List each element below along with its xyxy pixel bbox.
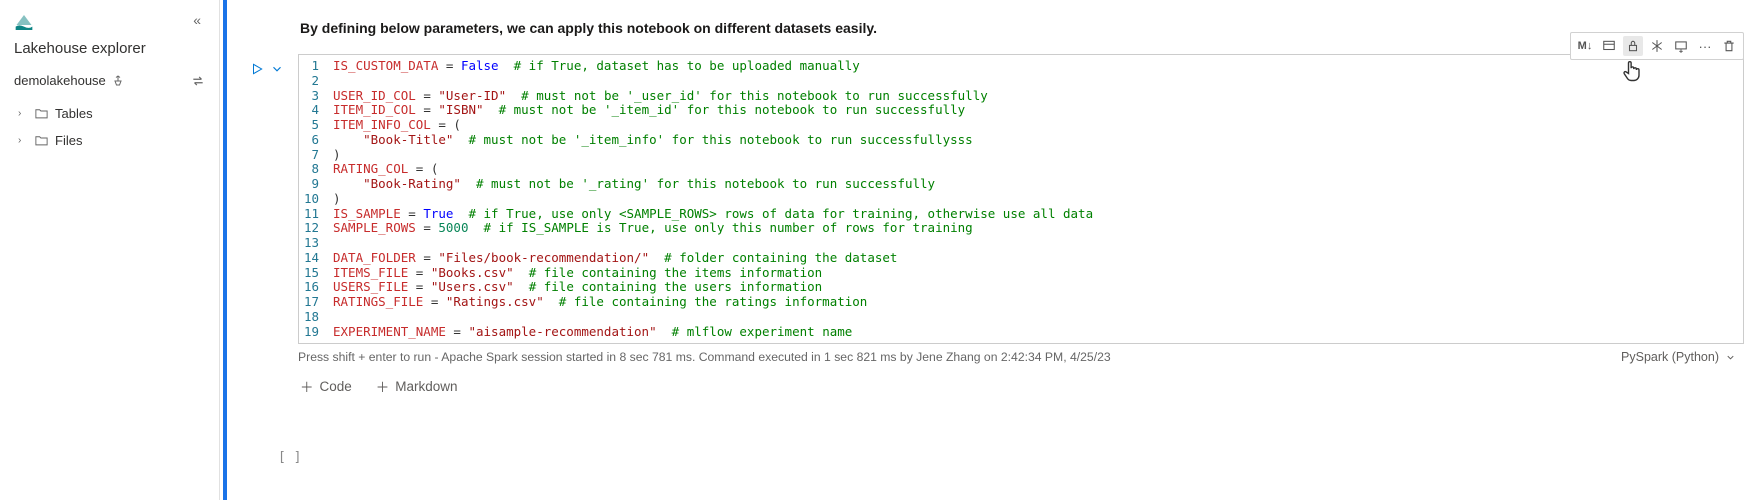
chevron-right-icon: › (18, 108, 28, 119)
markdown-cell-text: By defining below parameters, we can app… (220, 0, 1756, 54)
tree-item-label: Files (55, 133, 82, 148)
kernel-selector[interactable]: PySpark (Python) (1621, 350, 1736, 364)
folder-icon (34, 106, 49, 121)
folder-icon (34, 133, 49, 148)
code-line[interactable]: 18 (299, 310, 1743, 325)
lock-cell-button[interactable] (1623, 36, 1643, 56)
swap-lakehouse-icon[interactable] (191, 74, 205, 88)
notebook-main: By defining below parameters, we can app… (220, 0, 1756, 500)
code-line[interactable]: 11IS_SAMPLE = True # if True, use only <… (299, 207, 1743, 222)
code-line[interactable]: 2 (299, 74, 1743, 89)
code-line[interactable]: 4ITEM_ID_COL = "ISBN" # must not be '_it… (299, 103, 1743, 118)
lakehouse-icon (14, 10, 34, 30)
pin-icon[interactable] (112, 75, 124, 87)
code-line[interactable]: 1IS_CUSTOM_DATA = False # if True, datas… (299, 59, 1743, 74)
code-line[interactable]: 15ITEMS_FILE = "Books.csv" # file contai… (299, 266, 1743, 281)
add-markdown-label: Markdown (395, 379, 457, 394)
code-line[interactable]: 3USER_ID_COL = "User-ID" # must not be '… (299, 89, 1743, 104)
add-code-cell-button[interactable]: ＋ Code (300, 376, 352, 396)
cell-toolbar: M↓ ··· (1570, 32, 1744, 60)
lakehouse-name[interactable]: demolakehouse (14, 73, 106, 88)
add-markdown-cell-button[interactable]: ＋ Markdown (376, 376, 458, 396)
run-hint: Press shift + enter to run - Apache Spar… (298, 350, 1111, 364)
add-code-label: Code (320, 379, 352, 394)
freeze-cell-button[interactable] (1647, 36, 1667, 56)
code-line[interactable]: 8RATING_COL = ( (299, 162, 1743, 177)
code-line[interactable]: 17RATINGS_FILE = "Ratings.csv" # file co… (299, 295, 1743, 310)
plus-icon: ＋ (300, 376, 314, 396)
execution-count-bracket: [ ] (278, 450, 301, 465)
add-below-button[interactable] (1671, 36, 1691, 56)
active-cell-indicator (223, 0, 227, 500)
code-line[interactable]: 10) (299, 192, 1743, 207)
code-editor[interactable]: 1IS_CUSTOM_DATA = False # if True, datas… (298, 54, 1744, 344)
toggle-output-button[interactable] (1599, 36, 1619, 56)
code-line[interactable]: 6 "Book-Title" # must not be '_item_info… (299, 133, 1743, 148)
code-line[interactable]: 19EXPERIMENT_NAME = "aisample-recommenda… (299, 325, 1743, 340)
plus-icon: ＋ (376, 376, 390, 396)
chevron-right-icon: › (18, 135, 28, 146)
convert-markdown-button[interactable]: M↓ (1575, 36, 1595, 56)
kernel-name: PySpark (Python) (1621, 350, 1719, 364)
explorer-title: Lakehouse explorer (0, 36, 219, 67)
tree-item-tables[interactable]: › Tables (14, 100, 205, 127)
collapse-sidebar-icon[interactable]: « (189, 8, 205, 32)
code-line[interactable]: 9 "Book-Rating" # must not be '_rating' … (299, 177, 1743, 192)
code-line[interactable]: 7) (299, 148, 1743, 163)
run-options-dropdown[interactable] (270, 62, 284, 76)
delete-cell-button[interactable] (1719, 36, 1739, 56)
more-actions-button[interactable]: ··· (1695, 36, 1715, 56)
lakehouse-explorer-sidebar: « Lakehouse explorer demolakehouse › Tab… (0, 0, 220, 500)
code-line[interactable]: 14DATA_FOLDER = "Files/book-recommendati… (299, 251, 1743, 266)
code-cell: M↓ ··· 1IS_CUSTOM_DATA = False # if True… (240, 54, 1744, 364)
tree-item-files[interactable]: › Files (14, 127, 205, 154)
run-cell-button[interactable] (250, 62, 264, 76)
code-line[interactable]: 16USERS_FILE = "Users.csv" # file contai… (299, 280, 1743, 295)
code-line[interactable]: 12SAMPLE_ROWS = 5000 # if IS_SAMPLE is T… (299, 221, 1743, 236)
code-line[interactable]: 13 (299, 236, 1743, 251)
chevron-down-icon (1725, 352, 1736, 363)
code-line[interactable]: 5ITEM_INFO_COL = ( (299, 118, 1743, 133)
tree-item-label: Tables (55, 106, 93, 121)
